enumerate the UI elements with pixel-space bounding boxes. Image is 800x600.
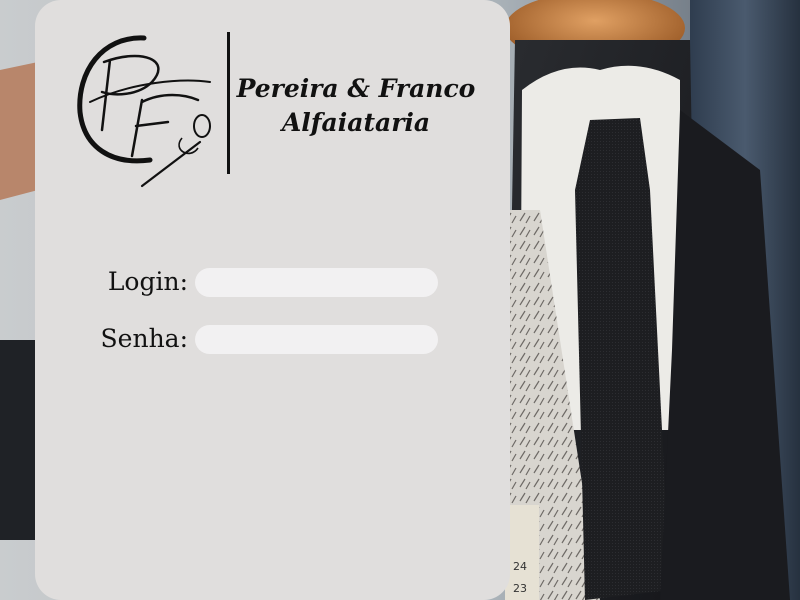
password-row: Senha: bbox=[35, 322, 510, 356]
brand-name-line1: Pereira & Franco bbox=[236, 74, 476, 103]
login-input[interactable] bbox=[195, 268, 438, 297]
brand-name: Pereira & Franco Alfaiataria bbox=[236, 72, 476, 140]
brand-name-line2: Alfaiataria bbox=[281, 108, 431, 137]
tape-number: 24 bbox=[513, 560, 527, 573]
login-label: Login: bbox=[107, 267, 188, 296]
tape-number: 23 bbox=[513, 582, 527, 595]
login-row: Login: bbox=[35, 265, 510, 299]
password-input[interactable] bbox=[195, 325, 438, 354]
brand-divider bbox=[227, 32, 230, 174]
pf-monogram-logo bbox=[77, 35, 211, 188]
password-label: Senha: bbox=[100, 324, 188, 353]
